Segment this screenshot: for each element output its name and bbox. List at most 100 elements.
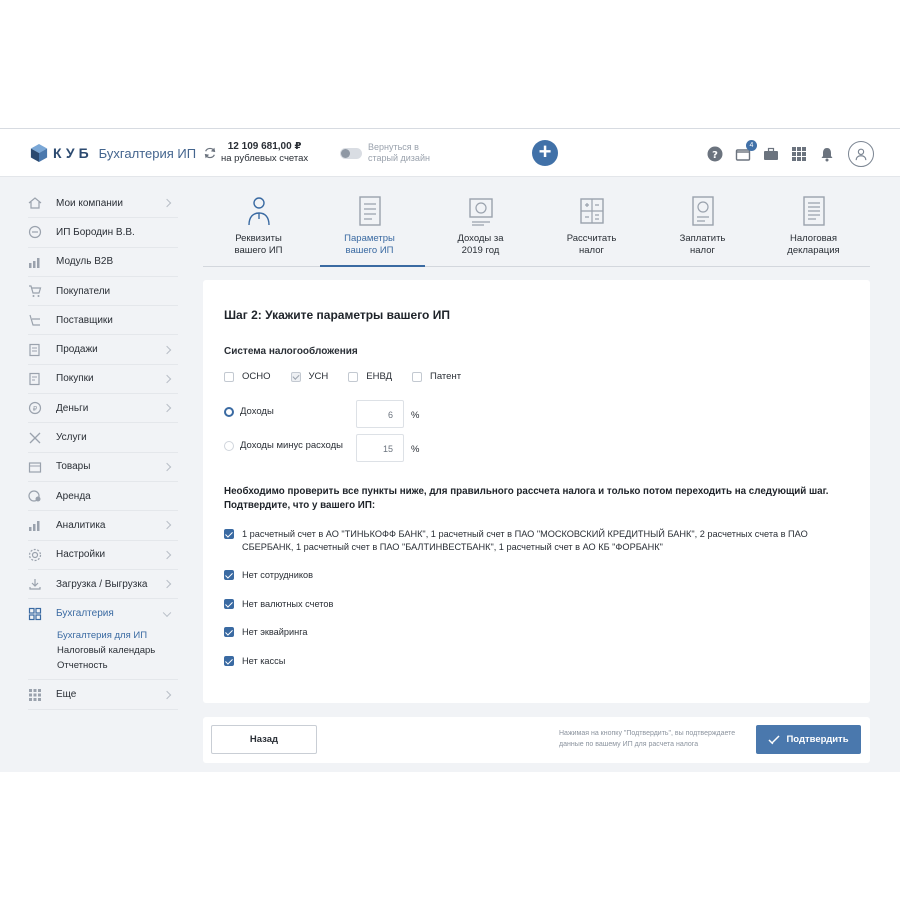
- step-label: Реквизиты вашего ИП: [234, 233, 283, 256]
- user-avatar[interactable]: [848, 141, 874, 167]
- radio-income[interactable]: Доходы: [224, 406, 274, 417]
- checkbox[interactable]: [224, 570, 234, 580]
- checkbox[interactable]: [348, 371, 359, 382]
- apps-grid-icon[interactable]: [790, 145, 808, 163]
- declaration-icon: [802, 196, 825, 226]
- tax-option-usn[interactable]: УСН: [290, 371, 329, 382]
- chevron-down-icon: [162, 608, 172, 617]
- sidebar-item-label: Модуль B2B: [56, 256, 114, 268]
- tax-option-label: ОСНО: [242, 371, 271, 382]
- balance-block[interactable]: 12 109 681,00 ₽ на рублевых счетах: [203, 141, 308, 165]
- sidebar-item-label: Деньги: [56, 402, 89, 414]
- toggle-label-line2: старый дизайн: [368, 153, 430, 163]
- radio-button[interactable]: [224, 440, 234, 451]
- step-income[interactable]: Доходы за 2019 год: [425, 189, 536, 266]
- radio-button[interactable]: [224, 406, 234, 417]
- check-no-acquiring[interactable]: Нет эквайринга: [224, 626, 812, 639]
- checkbox[interactable]: [224, 627, 234, 637]
- rent-icon: [28, 489, 42, 503]
- tax-option-osno[interactable]: ОСНО: [224, 371, 271, 382]
- check-label: Нет эквайринга: [242, 627, 308, 637]
- logo-text: КУБ: [53, 145, 93, 161]
- refresh-icon[interactable]: [203, 146, 217, 160]
- company-icon: [28, 225, 42, 239]
- sidebar-item-purchases[interactable]: Покупки: [28, 365, 178, 395]
- payment-document-icon: [691, 196, 714, 226]
- checkbox[interactable]: [290, 371, 301, 382]
- sales-icon: [28, 343, 42, 357]
- radio-income-minus-expenses[interactable]: Доходы минус расходы: [224, 440, 343, 451]
- sidebar-item-label: Покупки: [56, 373, 94, 385]
- tax-option-label: Патент: [430, 371, 462, 382]
- goods-icon: [28, 460, 42, 474]
- step-requisites[interactable]: Реквизиты вашего ИП: [203, 189, 314, 266]
- accounting-subnav: Бухгалтерия для ИП Налоговый календарь О…: [28, 628, 178, 681]
- sidebar-item-buyers[interactable]: Покупатели: [28, 277, 178, 307]
- old-design-toggle[interactable]: Вернуться в старый дизайн: [340, 142, 430, 164]
- tax-option-label: УСН: [308, 371, 329, 382]
- sidebar-item-import-export[interactable]: Загрузка / Выгрузка: [28, 570, 178, 600]
- subnav-item-tax-calendar[interactable]: Налоговый календарь: [57, 643, 178, 658]
- cube-logo-icon: [30, 144, 48, 162]
- tax-system-label: Система налогообложения: [224, 346, 358, 357]
- sidebar-item-settings[interactable]: Настройки: [28, 541, 178, 570]
- briefcase-icon[interactable]: [762, 145, 780, 163]
- checkbox[interactable]: [224, 529, 234, 539]
- chevron-right-icon: [162, 462, 172, 472]
- sidebar-item-suppliers[interactable]: Поставщики: [28, 306, 178, 336]
- step-pay[interactable]: Заплатить налог: [647, 189, 758, 266]
- check-no-currency-accounts[interactable]: Нет валютных счетов: [224, 598, 812, 611]
- checkbox[interactable]: [224, 656, 234, 666]
- balance-label: на рублевых счетах: [221, 153, 309, 164]
- sidebar-item-more[interactable]: Еще: [28, 680, 178, 710]
- toggle-switch[interactable]: [340, 147, 362, 159]
- step-parameters[interactable]: Параметры вашего ИП: [314, 189, 425, 267]
- income-minus-rate-input[interactable]: 15: [356, 434, 404, 462]
- income-rate-input[interactable]: 6: [356, 400, 404, 428]
- parameters-form: Шаг 2: Укажите параметры вашего ИП Систе…: [203, 280, 870, 703]
- subnav-item-reports[interactable]: Отчетность: [57, 658, 178, 673]
- sidebar-item-services[interactable]: Услуги: [28, 423, 178, 453]
- add-button[interactable]: +: [532, 140, 558, 166]
- tax-system-options: ОСНО УСН ЕНВД Патент: [224, 371, 481, 382]
- accounting-icon: [28, 607, 42, 621]
- toggle-label-line1: Вернуться в: [368, 142, 419, 152]
- sidebar-item-company[interactable]: ИП Бородин В.В.: [28, 218, 178, 248]
- document-list-icon: [358, 196, 381, 226]
- sidebar-item-my-companies[interactable]: Мои компании: [28, 189, 178, 219]
- sidebar-item-label: Аналитика: [56, 519, 106, 531]
- confirm-label: Подтвердить: [786, 734, 849, 745]
- sidebar-item-sales[interactable]: Продажи: [28, 335, 178, 365]
- check-no-employees[interactable]: Нет сотрудников: [224, 569, 812, 582]
- back-button[interactable]: Назад: [211, 725, 317, 754]
- sidebar-item-money[interactable]: ₽ Деньги: [28, 394, 178, 424]
- sidebar-item-rent[interactable]: Аренда: [28, 482, 178, 512]
- checkbox[interactable]: [412, 371, 423, 382]
- documents-icon[interactable]: 4: [734, 140, 757, 163]
- logo[interactable]: КУБ Бухгалтерия ИП: [30, 143, 196, 163]
- tax-option-envd[interactable]: ЕНВД: [348, 371, 392, 382]
- step-declaration[interactable]: Налоговая декларация: [758, 189, 869, 266]
- checkbox[interactable]: [224, 371, 234, 382]
- check-no-cash-register[interactable]: Нет кассы: [224, 655, 812, 668]
- chevron-right-icon: [162, 579, 172, 589]
- sidebar-item-label: Мои компании: [56, 197, 123, 209]
- tax-option-patent[interactable]: Патент: [412, 371, 461, 382]
- help-icon[interactable]: ?: [706, 145, 724, 163]
- tax-option-label: ЕНВД: [366, 371, 393, 382]
- checkbox[interactable]: [224, 599, 234, 609]
- sidebar-item-b2b[interactable]: Модуль B2B: [28, 248, 178, 277]
- chevron-right-icon: [162, 198, 172, 208]
- sidebar-item-label: Поставщики: [56, 314, 113, 326]
- check-bank-accounts[interactable]: 1 расчетный счет в АО "ТИНЬКОФФ БАНК", 1…: [224, 528, 812, 554]
- sidebar-item-accounting[interactable]: Бухгалтерия: [28, 599, 178, 628]
- subnav-item-accounting-ip[interactable]: Бухгалтерия для ИП: [57, 628, 178, 643]
- step-calculate[interactable]: Рассчитать налог: [536, 189, 647, 266]
- balance-amount: 12 109 681,00 ₽: [227, 141, 302, 152]
- sidebar-item-goods[interactable]: Товары: [28, 453, 178, 482]
- confirm-button[interactable]: Подтвердить: [756, 725, 861, 754]
- sidebar-item-analytics[interactable]: Аналитика: [28, 511, 178, 541]
- bell-icon[interactable]: [818, 145, 836, 163]
- upload-icon: [28, 577, 42, 591]
- sidebar-item-label: Бухгалтерия: [56, 608, 114, 620]
